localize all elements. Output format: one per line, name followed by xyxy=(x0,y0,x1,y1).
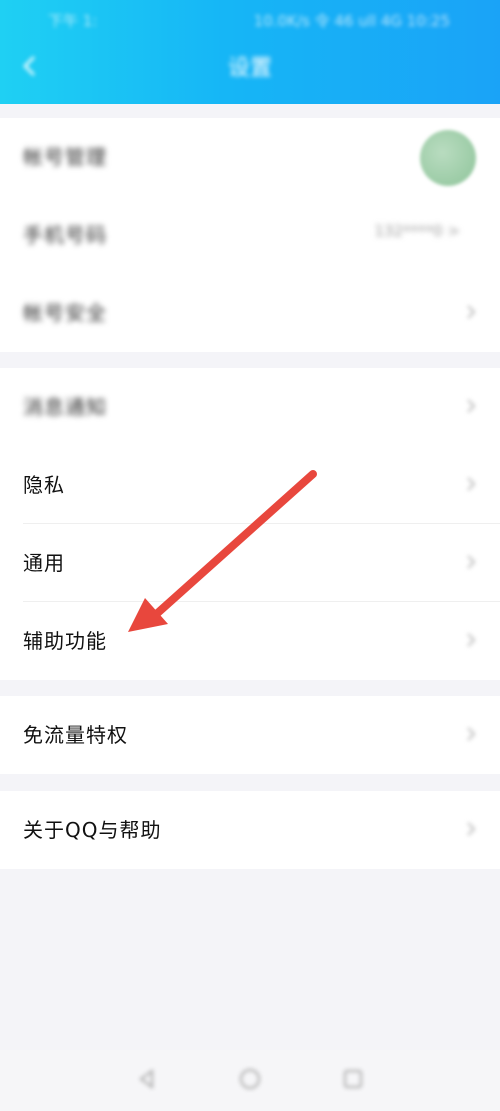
recents-square-icon[interactable] xyxy=(338,1064,368,1094)
list-item-notifications[interactable]: 消息通知 xyxy=(0,368,500,446)
list-item-phone-number[interactable]: 手机号码 132****0 > xyxy=(0,196,500,274)
list-item-account-security[interactable]: 帐号安全 xyxy=(0,274,500,352)
list-item-about-help[interactable]: 关于QQ与帮助 xyxy=(0,791,500,869)
status-bar: 下午 1: 10.0K/s 令 46 ull 4G 10:25 xyxy=(0,6,500,30)
page-title: 设置 xyxy=(227,56,272,81)
header-bar: 下午 1: 10.0K/s 令 46 ull 4G 10:25 设置 xyxy=(0,0,500,104)
chevron-right-icon xyxy=(467,399,476,413)
status-indicators: 10.0K/s 令 46 ull 4G 10:25 xyxy=(253,12,450,30)
avatar[interactable] xyxy=(420,130,476,186)
system-navbar xyxy=(0,1050,500,1111)
chevron-right-icon xyxy=(467,555,476,569)
list-item-free-data[interactable]: 免流量特权 xyxy=(0,696,500,774)
item-label: 手机号码 xyxy=(23,223,107,247)
list-item-privacy[interactable]: 隐私 xyxy=(0,446,500,524)
item-label: 关于QQ与帮助 xyxy=(23,818,162,842)
item-label: 帐号管理 xyxy=(23,145,107,169)
item-label: 通用 xyxy=(23,551,65,575)
item-label: 消息通知 xyxy=(23,395,107,419)
home-circle-icon[interactable] xyxy=(235,1064,265,1094)
back-triangle-icon[interactable] xyxy=(132,1064,162,1094)
settings-group-about: 关于QQ与帮助 xyxy=(0,791,500,869)
settings-group-general: 消息通知 隐私 通用 辅助功能 xyxy=(0,368,500,680)
status-time: 下午 1: xyxy=(48,12,98,30)
item-label: 免流量特权 xyxy=(23,723,128,747)
item-label: 隐私 xyxy=(23,473,65,497)
chevron-right-icon xyxy=(467,822,476,836)
chevron-right-icon xyxy=(467,727,476,741)
settings-group-data: 免流量特权 xyxy=(0,696,500,774)
list-item-accessibility[interactable]: 辅助功能 xyxy=(0,602,500,680)
chevron-right-icon xyxy=(467,477,476,491)
list-item-general[interactable]: 通用 xyxy=(0,524,500,602)
chevron-right-icon xyxy=(467,305,476,319)
item-label: 辅助功能 xyxy=(23,629,107,653)
phone-number-value: 132****0 > xyxy=(374,222,460,240)
item-label: 帐号安全 xyxy=(23,301,107,325)
chevron-right-icon xyxy=(467,633,476,647)
